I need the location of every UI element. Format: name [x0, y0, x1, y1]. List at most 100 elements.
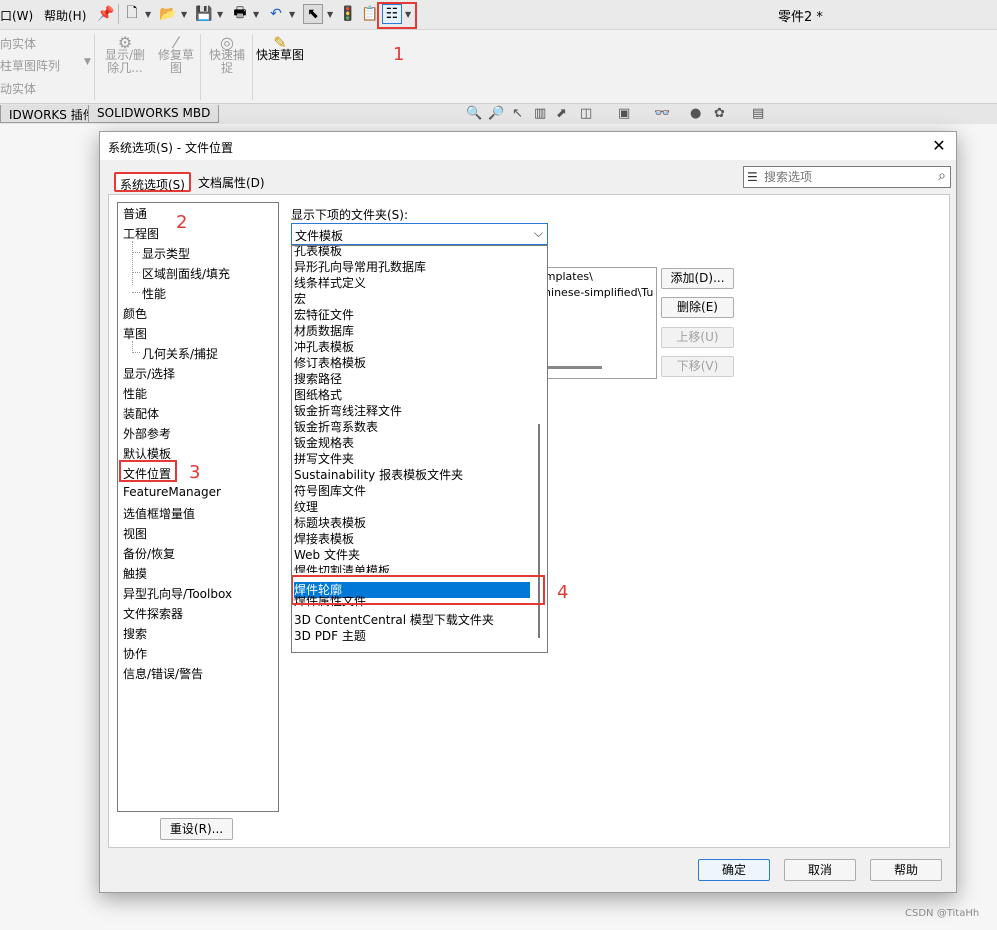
- close-icon[interactable]: ✕: [928, 135, 950, 157]
- chevron-down-icon[interactable]: ▼: [181, 10, 187, 19]
- tree-item-hole-wizard-toolbox[interactable]: 异型孔向导/Toolbox: [123, 585, 232, 602]
- menu-help[interactable]: 帮助(H): [44, 7, 86, 24]
- tab-system-options[interactable]: 系统选项(S): [114, 172, 191, 192]
- dropdown-item[interactable]: 图纸格式: [294, 387, 530, 403]
- tree-item-hatch[interactable]: 区域剖面线/填充: [142, 265, 230, 282]
- reset-button[interactable]: 重设(R)...: [160, 818, 233, 840]
- tree-item-collaboration[interactable]: 协作: [123, 645, 147, 662]
- options-tree[interactable]: 普通 工程图 显示类型 区域剖面线/填充 性能 颜色 草图 几何关系/捕捉 显示…: [117, 202, 279, 812]
- dropdown-item[interactable]: 异形孔向导常用孔数据库: [294, 259, 530, 275]
- dropdown-item[interactable]: 3D PDF 主题: [294, 628, 530, 644]
- tree-item-featuremanager[interactable]: FeatureManager: [123, 485, 221, 499]
- view-settings-icon[interactable]: ▤: [752, 106, 764, 121]
- tree-item-search[interactable]: 搜索: [123, 625, 147, 642]
- chevron-down-icon[interactable]: ⌵: [534, 226, 543, 241]
- tree-item-relations-snaps[interactable]: 几何关系/捕捉: [142, 345, 218, 362]
- zoom-to-fit-icon[interactable]: 🔍: [466, 106, 482, 121]
- help-button[interactable]: 帮助: [870, 859, 942, 881]
- dropdown-item[interactable]: Web 文件夹: [294, 547, 530, 563]
- dynamic-annotation-icon[interactable]: ⬈: [556, 106, 567, 121]
- section-view-icon[interactable]: ▥: [534, 106, 546, 121]
- search-input[interactable]: [764, 168, 924, 186]
- tree-item-drawing-performance[interactable]: 性能: [142, 285, 166, 302]
- dropdown-item[interactable]: 焊件切割清单模板: [294, 563, 530, 573]
- chevron-down-icon[interactable]: ▼: [327, 10, 333, 19]
- tree-item-display-selection[interactable]: 显示/选择: [123, 365, 175, 382]
- chevron-down-icon[interactable]: ▼: [84, 57, 91, 67]
- chevron-down-icon[interactable]: ▼: [253, 10, 259, 19]
- add-button[interactable]: 添加(D)...: [661, 268, 734, 289]
- hide-show-icon[interactable]: 👓: [654, 106, 670, 121]
- dropdown-item[interactable]: 宏特征文件: [294, 307, 530, 323]
- tree-item-display-type[interactable]: 显示类型: [142, 245, 190, 262]
- dropdown-item[interactable]: 宏: [294, 291, 530, 307]
- tree-item-spin-box[interactable]: 选值框增量值: [123, 505, 195, 522]
- tree-item-touch[interactable]: 触摸: [123, 565, 147, 582]
- delete-button[interactable]: 删除(E): [661, 297, 734, 318]
- search-icon[interactable]: ⌕: [938, 168, 946, 184]
- dropdown-item[interactable]: 钣金折弯系数表: [294, 419, 530, 435]
- pin-icon[interactable]: 📌: [96, 4, 116, 24]
- menu-window[interactable]: 口(W): [0, 7, 33, 24]
- chevron-down-icon[interactable]: ▼: [217, 10, 223, 19]
- appearance-icon[interactable]: ●: [690, 106, 701, 121]
- tree-item-external-references[interactable]: 外部参考: [123, 425, 171, 442]
- scene-icon[interactable]: ✿: [714, 106, 725, 121]
- tree-item-sketch[interactable]: 草图: [123, 325, 147, 342]
- dropdown-item[interactable]: 冲孔表模板: [294, 339, 530, 355]
- rapid-sketch-button[interactable]: ✎ 快速草图: [256, 35, 304, 62]
- dropdown-item[interactable]: 3D ContentCentral 模型下载文件夹: [294, 612, 530, 628]
- dropdown-item[interactable]: 钣金折弯线注释文件: [294, 403, 530, 419]
- save-icon[interactable]: 💾: [194, 4, 214, 24]
- horizontal-scrollbar[interactable]: [542, 366, 602, 369]
- zoom-area-icon[interactable]: 🔎: [488, 106, 504, 121]
- ok-button[interactable]: 确定: [698, 859, 770, 881]
- previous-view-icon[interactable]: ↖: [512, 106, 523, 121]
- dropdown-scrollbar-thumb[interactable]: [538, 424, 540, 638]
- dropdown-item[interactable]: 搜索路径: [294, 371, 530, 387]
- chevron-down-icon[interactable]: ▼: [289, 10, 295, 19]
- move-down-button[interactable]: 下移(V): [661, 356, 734, 377]
- tree-item-file-explorer[interactable]: 文件探索器: [123, 605, 183, 622]
- folder-type-dropdown[interactable]: 孔表模板 异形孔向导常用孔数据库 线条样式定义 宏 宏特征文件 材质数据库 冲孔…: [291, 245, 548, 653]
- new-file-icon[interactable]: 🗋: [122, 4, 142, 24]
- tree-item-performance[interactable]: 性能: [123, 385, 147, 402]
- dropdown-item[interactable]: 修订表格模板: [294, 355, 530, 371]
- tree-item-backup-recover[interactable]: 备份/恢复: [123, 545, 175, 562]
- folder-type-select[interactable]: 文件模板 ⌵: [291, 223, 548, 245]
- move-up-button[interactable]: 上移(U): [661, 327, 734, 348]
- folder-path[interactable]: chinese-simplified\Tu: [538, 286, 653, 299]
- tree-item-general[interactable]: 普通: [123, 205, 147, 222]
- open-folder-icon[interactable]: 📂: [158, 4, 178, 24]
- dropdown-item[interactable]: Sustainability 报表模板文件夹: [294, 467, 530, 483]
- undo-icon[interactable]: ↶: [266, 4, 286, 24]
- dropdown-item[interactable]: 拼写文件夹: [294, 451, 530, 467]
- dropdown-item[interactable]: 纹理: [294, 499, 530, 515]
- tree-item-drawings[interactable]: 工程图: [123, 225, 159, 242]
- dropdown-item[interactable]: 焊接表模板: [294, 531, 530, 547]
- tree-item-messages[interactable]: 信息/错误/警告: [123, 665, 203, 682]
- select-cursor-icon[interactable]: ⬉: [303, 4, 323, 24]
- dropdown-item[interactable]: 材质数据库: [294, 323, 530, 339]
- display-delete-relations-button[interactable]: ⚙ 显示/删除几...: [102, 35, 148, 75]
- print-icon[interactable]: 🖶: [230, 4, 250, 24]
- tree-item-colors[interactable]: 颜色: [123, 305, 147, 322]
- tab-solidworks-mbd[interactable]: SOLIDWORKS MBD: [88, 105, 220, 123]
- dropdown-item[interactable]: 钣金规格表: [294, 435, 530, 451]
- search-options-box[interactable]: ☰ ⌕: [743, 166, 951, 188]
- quick-snaps-button[interactable]: ◎ 快速捕捉: [205, 35, 249, 75]
- tree-item-view[interactable]: 视图: [123, 525, 147, 542]
- dropdown-item[interactable]: 符号图库文件: [294, 483, 530, 499]
- dropdown-item[interactable]: 标题块表模板: [294, 515, 530, 531]
- traffic-light-icon[interactable]: 🚦: [338, 4, 358, 24]
- tab-document-properties[interactable]: 文档属性(D): [194, 172, 269, 192]
- tree-item-assemblies[interactable]: 装配体: [123, 405, 159, 422]
- view-orientation-icon[interactable]: ◫: [580, 106, 592, 121]
- ribbon-item[interactable]: 向实体: [0, 35, 36, 52]
- chevron-down-icon[interactable]: ▼: [145, 10, 151, 19]
- dropdown-item[interactable]: 孔表模板: [294, 246, 530, 259]
- cancel-button[interactable]: 取消: [784, 859, 856, 881]
- display-style-icon[interactable]: ▣: [618, 106, 630, 121]
- ribbon-item[interactable]: 柱草图阵列: [0, 57, 60, 74]
- repair-sketch-button[interactable]: ⁄ 修复草图: [154, 35, 198, 75]
